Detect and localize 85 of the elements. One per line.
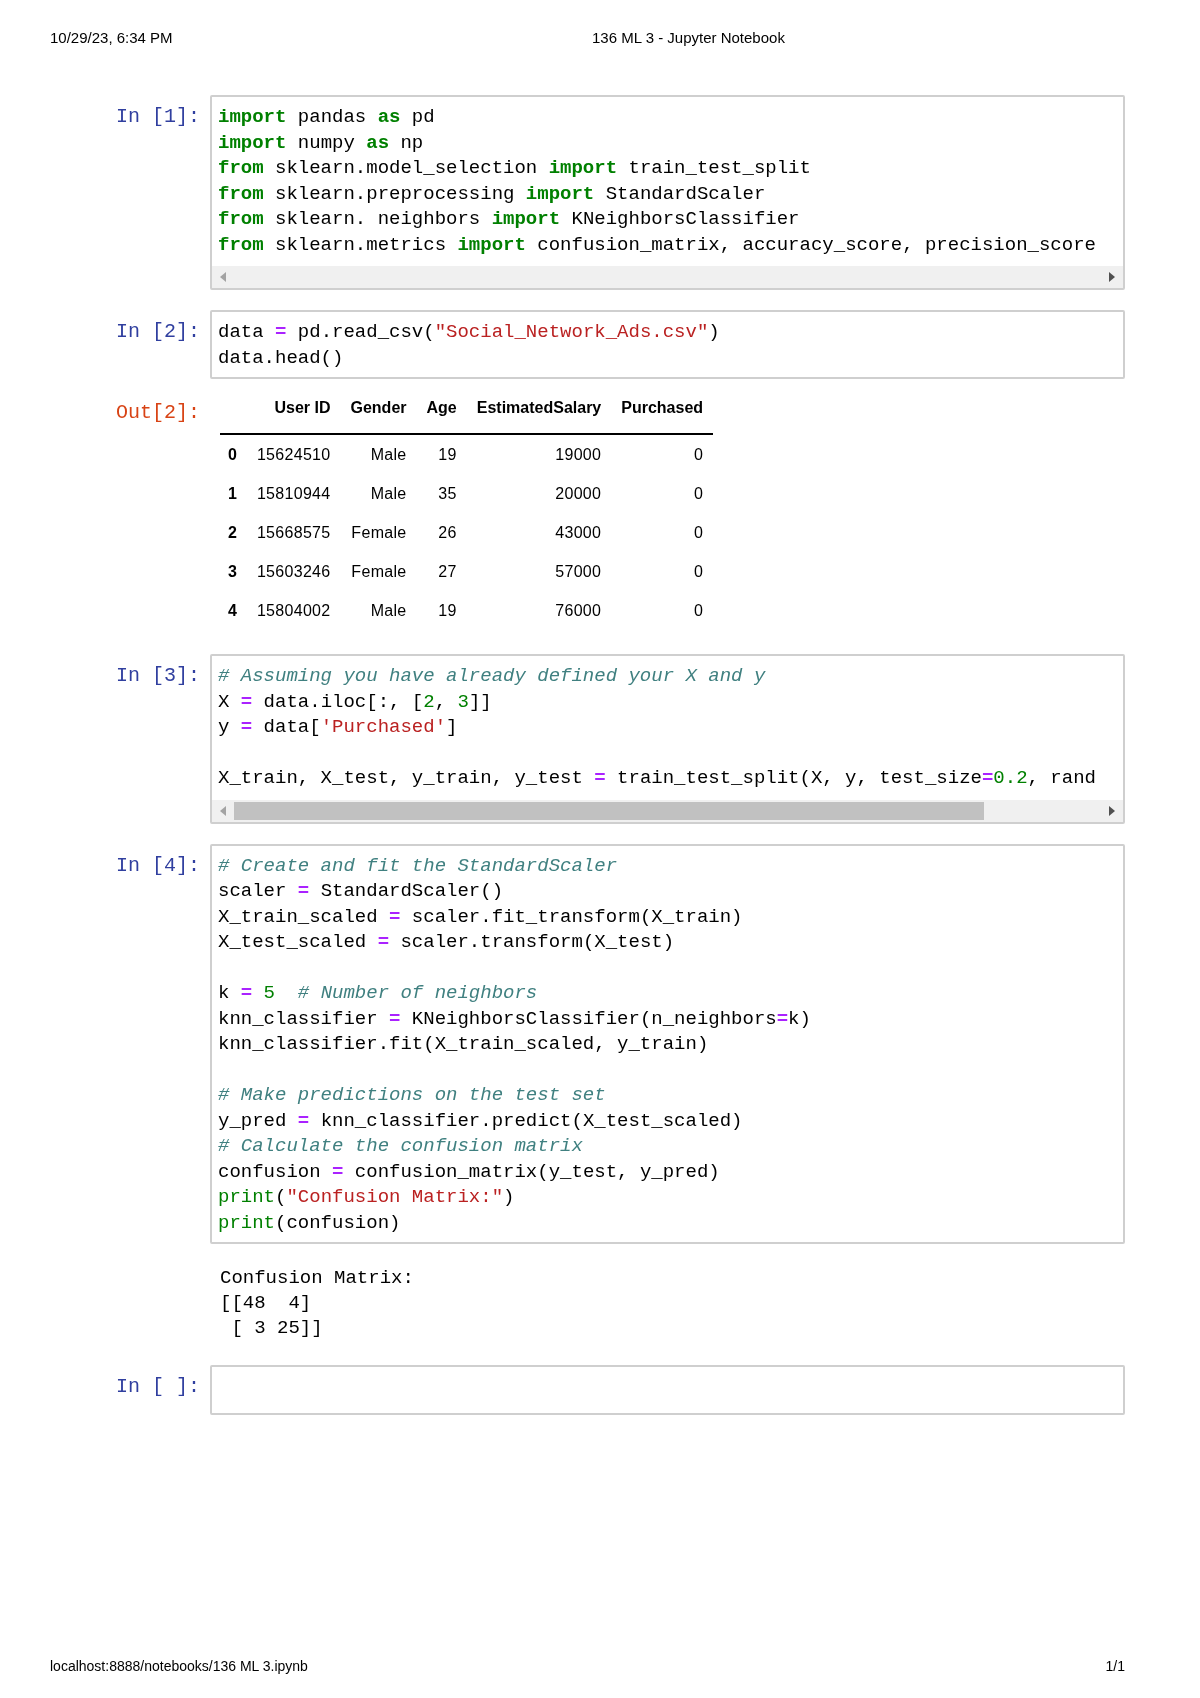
output-line: Confusion Matrix: xyxy=(220,1266,414,1291)
code-line: # Create and fit the StandardScaler xyxy=(218,853,618,879)
code-line: X_test_scaled = scaler.transform(X_test) xyxy=(218,930,675,955)
table-cell: 0 xyxy=(611,434,714,474)
horizontal-scrollbar[interactable] xyxy=(212,799,1123,822)
row-index: 4 xyxy=(227,600,238,621)
column-header: User ID xyxy=(246,399,341,434)
table-cell-text: 15810944 xyxy=(255,483,332,504)
code-line: print("Confusion Matrix:") xyxy=(218,1185,515,1210)
code-line: data = pd.read_csv("Social_Network_Ads.csv") xyxy=(218,320,720,345)
input-prompt: In [4]: xyxy=(115,852,201,878)
page-url: localhost:8888/notebooks/136 ML 3.ipynb xyxy=(50,1658,308,1674)
code-line: X_train_scaled = scaler.fit_transform(X_train) xyxy=(218,904,743,930)
code-line: scaler = StandardScaler() xyxy=(218,879,504,904)
code-cell[interactable]: # Assuming you have already defined your X and y X = data.iloc[:, [2, 3]] y = data['Purchased'] X_train, X_test, y_train, y_test = train_test_split(X, y, test_size=0.2, rand xyxy=(210,654,1125,824)
row-index: 0 xyxy=(220,434,247,474)
row-index: 2 xyxy=(227,522,238,543)
scroll-left-icon[interactable] xyxy=(220,272,226,282)
table-cell-text: 19 xyxy=(437,600,458,621)
table-cell-text: 0 xyxy=(692,561,705,582)
column-header: Purchased xyxy=(611,399,714,434)
table-cell-text: 57000 xyxy=(554,561,603,582)
code-line: knn_classifier = KNeighborsClassifier(n_neighbors=k) xyxy=(218,1006,811,1032)
table-cell-text: 26 xyxy=(437,522,458,543)
column-header: Age xyxy=(416,399,467,434)
table-cell-text: 0 xyxy=(692,600,705,621)
code-line: X_train, X_test, y_train, y_test = train_test_split(X, y, test_size=0.2, rand xyxy=(218,766,1096,791)
table-cell-text: 27 xyxy=(437,561,458,582)
table-cell-text: 20000 xyxy=(554,483,603,504)
code-line: from sklearn.model_selection import train_test_split xyxy=(218,156,811,181)
row-index: 1 xyxy=(227,483,238,504)
table-cell-text: 35 xyxy=(437,483,458,504)
code-line: knn_classifier.fit(X_train_scaled, y_train) xyxy=(218,1032,709,1057)
scroll-right-icon[interactable] xyxy=(1109,805,1115,816)
code-line: from sklearn.preprocessing import StandardScaler xyxy=(218,181,766,207)
page-title: 136 ML 3 - Jupyter Notebook xyxy=(592,29,785,46)
table-cell-text: 15603246 xyxy=(255,561,332,582)
horizontal-scrollbar[interactable] xyxy=(212,266,1123,288)
column-header: Gender xyxy=(340,399,417,434)
table-cell-text: 0 xyxy=(692,483,705,504)
row-index: 3 xyxy=(227,561,238,582)
table-cell-text: 76000 xyxy=(554,600,603,621)
scroll-right-icon[interactable] xyxy=(1109,272,1115,282)
output-prompt: Out[2]: xyxy=(115,400,201,425)
table-cell: 15624510 xyxy=(246,434,341,474)
scroll-left-icon[interactable] xyxy=(220,805,226,816)
code-line: # Assuming you have already defined your X and y xyxy=(218,664,766,689)
column-header: EstimatedSalary xyxy=(466,399,612,434)
code-line: from sklearn.metrics import confusion_matrix, accuracy_score, precision_score xyxy=(218,232,1096,258)
table-cell-text: 15668575 xyxy=(255,522,332,543)
code-line: import pandas as pd xyxy=(218,105,435,130)
code-line: # Make predictions on the test set xyxy=(218,1083,606,1108)
table-cell-text: 0 xyxy=(692,522,705,543)
code-line: y = data['Purchased'] xyxy=(218,715,458,740)
code-cell[interactable] xyxy=(210,843,1125,1244)
table-cell: 19 xyxy=(416,434,467,474)
table-cell: Male xyxy=(340,434,417,474)
table-cell: 19000 xyxy=(466,434,612,474)
code-line: # Calculate the confusion matrix xyxy=(218,1134,583,1159)
page-number: 1/1 xyxy=(1105,1658,1125,1674)
code-line: from sklearn. neighbors import KNeighborsClassifier xyxy=(218,207,800,232)
input-prompt: In [3]: xyxy=(115,663,201,688)
code-line: data.head() xyxy=(218,345,344,371)
input-prompt: In [ ]: xyxy=(115,1374,201,1399)
code-line: y_pred = knn_classifier.predict(X_test_scaled) xyxy=(218,1108,743,1134)
output-line: [[48 4] xyxy=(220,1291,313,1316)
code-line: import numpy as np xyxy=(218,130,424,156)
table-cell-text: Female xyxy=(350,522,408,543)
input-prompt: In [2]: xyxy=(115,319,201,344)
input-prompt: In [1]: xyxy=(115,104,201,129)
table-cell-text: Male xyxy=(369,483,408,504)
table-cell-text: Female xyxy=(350,561,408,582)
code-line: X = data.iloc[:, [2, 3]] xyxy=(218,689,492,715)
table-cell-text: Male xyxy=(369,600,408,621)
table-cell-text: 43000 xyxy=(554,522,603,543)
scrollbar-thumb[interactable] xyxy=(234,801,984,820)
print-date: 10/29/23, 6:34 PM xyxy=(50,29,174,46)
code-line: k = 5 # Number of neighbors xyxy=(218,981,538,1006)
code-line: print(confusion) xyxy=(218,1210,401,1236)
table-cell-text: 15804002 xyxy=(255,600,332,621)
code-cell[interactable]: data = pd.read_csv("Social_Network_Ads.csv") data.head() xyxy=(210,310,1125,379)
output-line: [ 3 25]] xyxy=(230,1316,324,1341)
code-line: confusion = confusion_matrix(y_test, y_pred) xyxy=(218,1159,720,1185)
code-cell[interactable] xyxy=(210,95,1125,290)
code-cell[interactable] xyxy=(210,1365,1125,1415)
